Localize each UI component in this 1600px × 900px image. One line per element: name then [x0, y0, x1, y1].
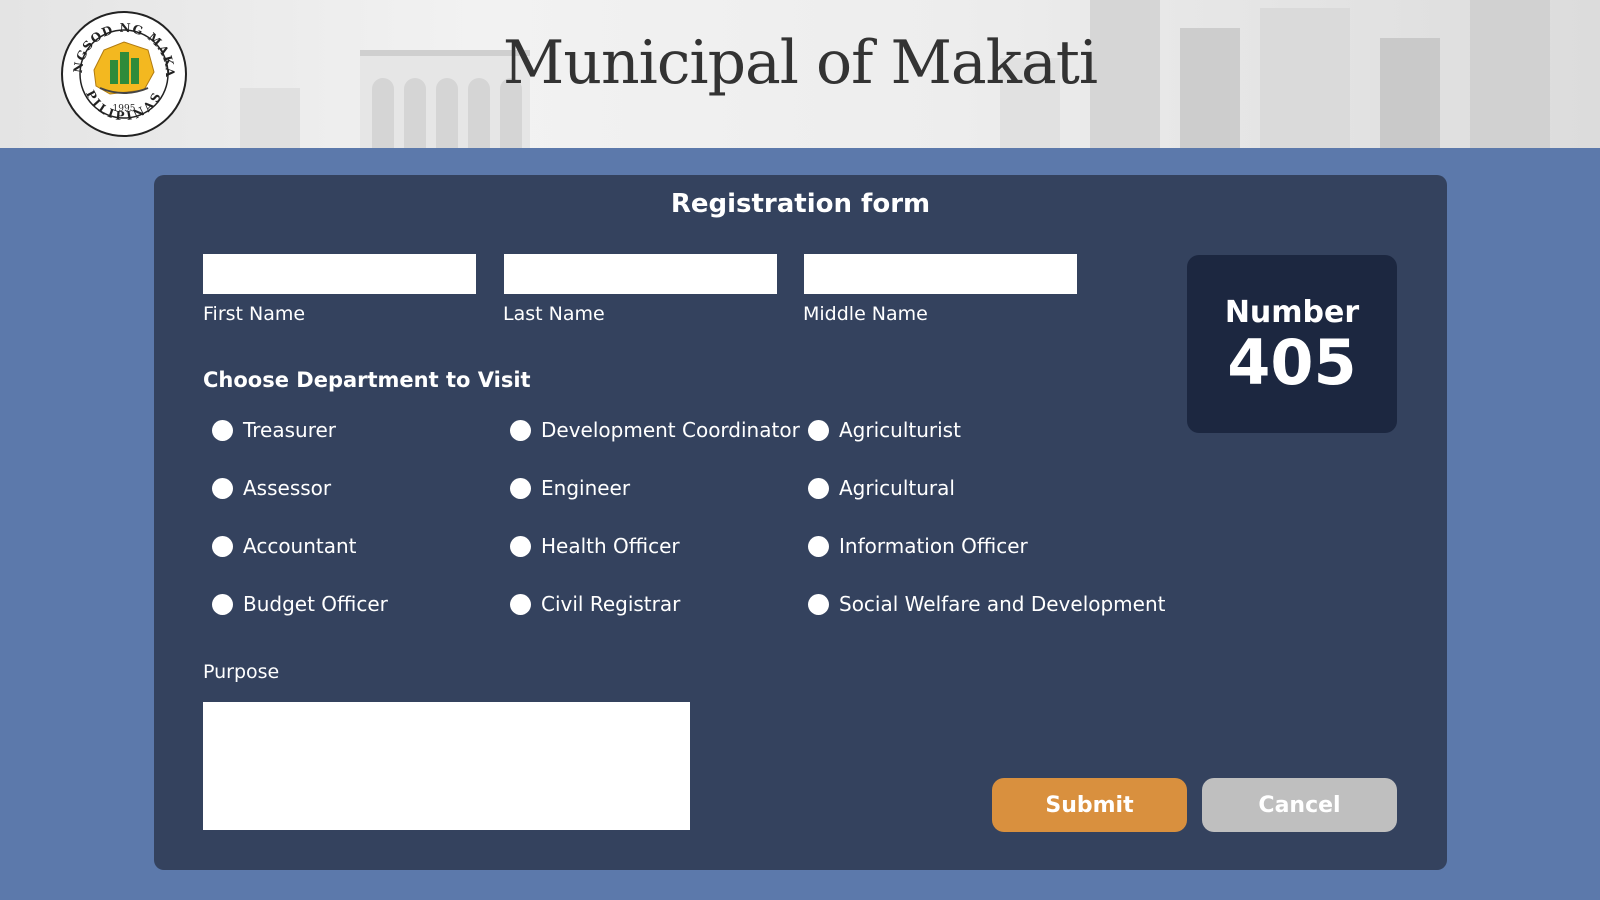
purpose-label: Purpose [203, 661, 280, 683]
radio-label: Budget Officer [243, 592, 388, 616]
radio-accountant[interactable]: Accountant [212, 534, 357, 558]
registration-form: Registration form First Name Last Name M… [154, 175, 1447, 870]
page-title: Municipal of Makati [502, 28, 1098, 98]
radio-agriculturist[interactable]: Agriculturist [808, 418, 961, 442]
queue-number-value: 405 [1227, 326, 1357, 399]
radio-label: Agriculturist [839, 418, 961, 442]
radio-information-officer[interactable]: Information Officer [808, 534, 1028, 558]
radio-social-welfare[interactable]: Social Welfare and Development [808, 592, 1165, 616]
radio-button[interactable] [212, 477, 233, 499]
last-name-input[interactable] [504, 254, 777, 294]
radio-label: Information Officer [839, 534, 1028, 558]
radio-label: Accountant [243, 534, 357, 558]
first-name-label: First Name [203, 303, 306, 325]
radio-treasurer[interactable]: Treasurer [212, 418, 336, 442]
department-heading: Choose Department to Visit [203, 368, 531, 392]
queue-number-card: Number 405 [1187, 255, 1397, 433]
radio-budget-officer[interactable]: Budget Officer [212, 592, 388, 616]
cancel-button[interactable]: Cancel [1202, 778, 1397, 832]
purpose-textarea[interactable] [203, 702, 690, 830]
radio-label: Development Coordinator [541, 418, 800, 442]
radio-agricultural[interactable]: Agricultural [808, 476, 955, 500]
svg-text:1995: 1995 [113, 104, 136, 114]
radio-civil-registrar[interactable]: Civil Registrar [510, 592, 680, 616]
radio-button[interactable] [808, 419, 829, 441]
radio-health-officer[interactable]: Health Officer [510, 534, 680, 558]
radio-button[interactable] [510, 419, 531, 441]
radio-button[interactable] [212, 535, 233, 557]
middle-name-input[interactable] [804, 254, 1077, 294]
radio-button[interactable] [510, 477, 531, 499]
radio-label: Health Officer [541, 534, 680, 558]
radio-button[interactable] [510, 593, 531, 615]
radio-development-coordinator[interactable]: Development Coordinator [510, 418, 800, 442]
radio-button[interactable] [808, 477, 829, 499]
radio-label: Social Welfare and Development [839, 592, 1166, 616]
radio-button[interactable] [510, 535, 531, 557]
radio-engineer[interactable]: Engineer [510, 476, 630, 500]
radio-label: Civil Registrar [541, 592, 681, 616]
radio-button[interactable] [808, 593, 829, 615]
radio-label: Agricultural [839, 476, 955, 500]
queue-number-label: Number [1224, 295, 1360, 330]
header-banner: LUNGSOD NG MAKATI PILIPINAS 1995 Municip… [0, 0, 1600, 148]
form-title: Registration form [670, 189, 931, 219]
radio-assessor[interactable]: Assessor [212, 476, 331, 500]
radio-label: Treasurer [243, 418, 337, 442]
radio-button[interactable] [808, 535, 829, 557]
radio-button[interactable] [212, 593, 233, 615]
radio-label: Assessor [243, 476, 332, 500]
first-name-input[interactable] [203, 254, 476, 294]
radio-label: Engineer [541, 476, 631, 500]
radio-button[interactable] [212, 419, 233, 441]
middle-name-label: Middle Name [803, 303, 928, 325]
last-name-label: Last Name [503, 303, 605, 325]
submit-button[interactable]: Submit [992, 778, 1187, 832]
